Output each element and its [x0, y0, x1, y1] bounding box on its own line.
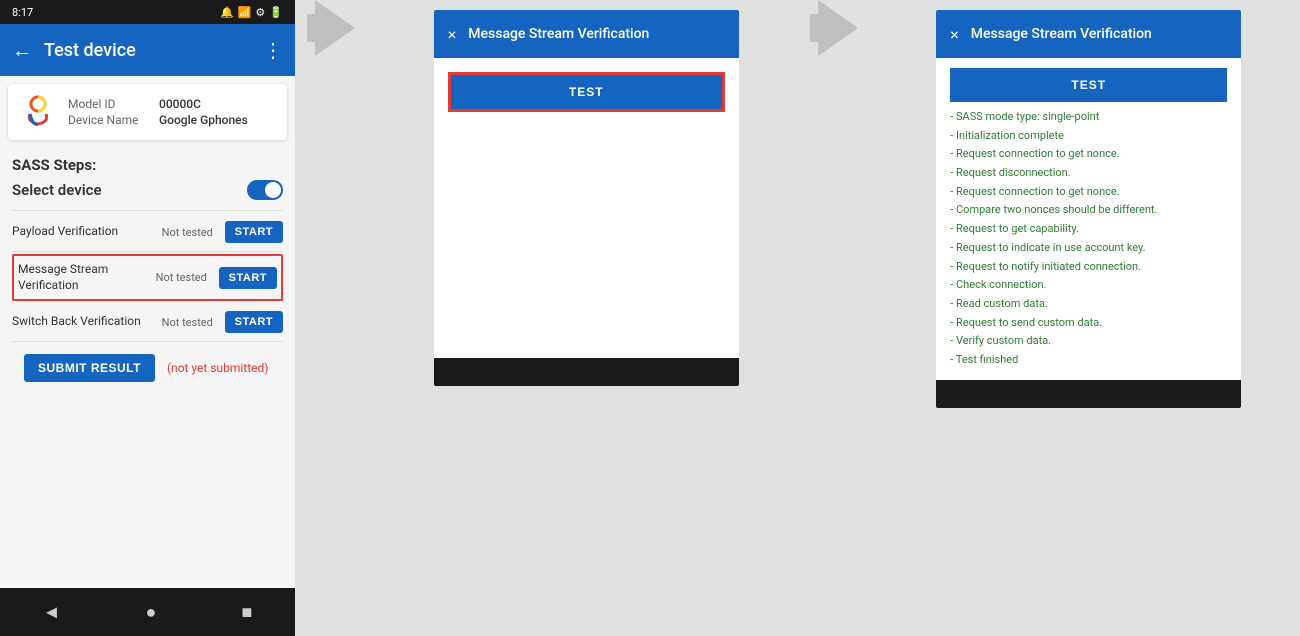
dialog-2-bottom-bar	[936, 380, 1241, 408]
device-name-label: Device Name	[68, 113, 143, 127]
app-toolbar: ← Test device ⋮	[0, 24, 295, 76]
step-row-switch-back: Switch Back Verification Not tested STAR…	[12, 303, 283, 342]
dialog-2-title: Message Stream Verification	[971, 26, 1227, 42]
model-id-label: Model ID	[68, 97, 143, 111]
dialog-2-header: × Message Stream Verification	[936, 10, 1241, 58]
not-submitted-label: (not yet submitted)	[167, 361, 269, 375]
dialog-2-panel: × Message Stream Verification TEST - SAS…	[936, 10, 1241, 408]
status-icons: 🔔 📶 ⚙ 🔋	[220, 6, 283, 19]
nav-bar: ◄ ● ■	[0, 588, 295, 636]
recents-nav-icon[interactable]: ■	[242, 602, 253, 623]
result-line: - Request connection to get nonce.	[950, 145, 1227, 164]
step-row-message-stream: Message StreamVerification Not tested ST…	[12, 254, 283, 301]
dialog-2-wrapper: × Message Stream Verification TEST - SAS…	[878, 0, 1300, 636]
dialog-2-content: TEST - SASS mode type: single-point- Ini…	[936, 58, 1241, 380]
home-nav-icon[interactable]: ●	[146, 602, 157, 623]
start-button-payload[interactable]: START	[225, 221, 283, 243]
dialog-1-panel: × Message Stream Verification TEST	[434, 10, 739, 386]
arrow-2	[798, 0, 878, 56]
result-line: - Test finished	[950, 351, 1227, 370]
arrow-1	[295, 0, 375, 56]
device-name-value: Google Gphones	[159, 113, 248, 127]
step-status-payload: Not tested	[162, 226, 217, 239]
sass-section: SASS Steps: Select device Payload Verifi…	[0, 148, 295, 402]
result-line: - SASS mode type: single-point	[950, 108, 1227, 127]
select-device-row: Select device	[12, 180, 283, 200]
step-name-message-stream: Message StreamVerification	[18, 262, 156, 293]
result-line: - Request disconnection.	[950, 164, 1227, 183]
step-status-message-stream: Not tested	[156, 271, 211, 284]
sass-title: SASS Steps:	[12, 156, 283, 174]
select-device-label: Select device	[12, 181, 102, 199]
result-line: - Request to get capability.	[950, 220, 1227, 239]
dialog-1-content: TEST	[434, 58, 739, 358]
result-line: - Request to send custom data.	[950, 314, 1227, 333]
dialog-1-title: Message Stream Verification	[468, 26, 724, 42]
phone-panel: 8:17 🔔 📶 ⚙ 🔋 ← Test device ⋮ Mode	[0, 0, 295, 636]
device-info-card: Model ID 00000C Device Name Google Gphon…	[8, 84, 287, 140]
result-line: - Check connection.	[950, 276, 1227, 295]
result-line: - Request to notify initiated connection…	[950, 258, 1227, 277]
model-id-row: Model ID 00000C	[68, 97, 248, 111]
notification-icon: 🔔	[220, 6, 234, 19]
start-button-switch-back[interactable]: START	[225, 311, 283, 333]
submit-result-button[interactable]: SUBMIT RESULT	[24, 354, 155, 382]
back-nav-icon[interactable]: ◄	[43, 602, 61, 623]
app-screen: ← Test device ⋮ Model ID 00000C Device N…	[0, 24, 295, 588]
dialog-1-bottom-bar	[434, 358, 739, 386]
dialog-1-close-icon[interactable]: ×	[448, 25, 457, 44]
sim-icon: 📶	[238, 6, 252, 19]
result-line: - Request connection to get nonce.	[950, 183, 1227, 202]
divider	[12, 210, 283, 211]
step-name-switch-back: Switch Back Verification	[12, 314, 162, 330]
dialog-2-test-button[interactable]: TEST	[950, 68, 1227, 102]
result-line: - Initialization complete	[950, 127, 1227, 146]
submit-row: SUBMIT RESULT (not yet submitted)	[12, 342, 283, 394]
battery-icon: 🔋	[269, 6, 283, 19]
wifi-icon: ⚙	[255, 6, 265, 19]
dialog-1-test-button[interactable]: TEST	[448, 72, 725, 112]
back-button[interactable]: ←	[12, 38, 32, 63]
start-button-message-stream[interactable]: START	[219, 267, 277, 289]
model-id-value: 00000C	[159, 97, 201, 111]
dialog-1-wrapper: × Message Stream Verification TEST	[375, 0, 798, 636]
dialog-2-results: - SASS mode type: single-point- Initiali…	[950, 108, 1227, 370]
result-line: - Read custom data.	[950, 295, 1227, 314]
status-time: 8:17	[12, 6, 33, 19]
arrow-icon-2	[818, 0, 858, 56]
device-details: Model ID 00000C Device Name Google Gphon…	[68, 97, 248, 127]
toolbar-title: Test device	[44, 40, 251, 61]
arrow-icon-1	[315, 0, 355, 56]
result-line: - Request to indicate in use account key…	[950, 239, 1227, 258]
step-row-payload: Payload Verification Not tested START	[12, 213, 283, 252]
result-line: - Compare two nonces should be different…	[950, 201, 1227, 220]
step-name-payload: Payload Verification	[12, 224, 162, 240]
dialog-2-close-icon[interactable]: ×	[950, 25, 959, 44]
select-device-toggle[interactable]	[247, 180, 283, 200]
result-line: - Verify custom data.	[950, 332, 1227, 351]
device-logo-icon	[20, 94, 56, 130]
more-options-icon[interactable]: ⋮	[263, 38, 283, 62]
dialog-1-header: × Message Stream Verification	[434, 10, 739, 58]
status-bar: 8:17 🔔 📶 ⚙ 🔋	[0, 0, 295, 24]
device-name-row: Device Name Google Gphones	[68, 113, 248, 127]
step-status-switch-back: Not tested	[162, 316, 217, 329]
